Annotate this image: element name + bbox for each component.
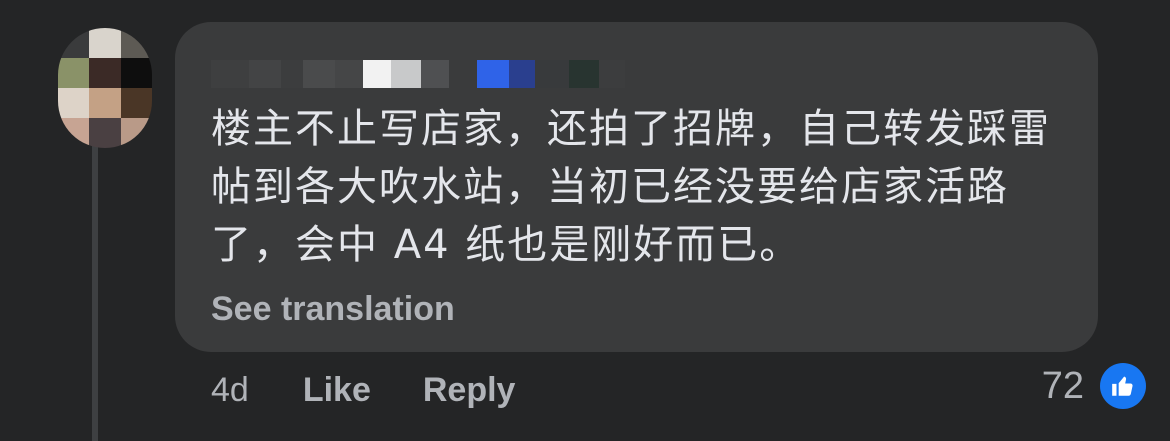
thumbs-up-icon xyxy=(1100,363,1146,409)
reaction-summary[interactable]: 72 xyxy=(1042,362,1146,410)
like-button[interactable]: Like xyxy=(303,371,371,410)
thread-line xyxy=(92,140,98,441)
comment-bubble: 楼主不止写店家，还拍了招牌，自己转发踩雷帖到各大吹水站，当初已经没要给店家活路了… xyxy=(175,22,1098,352)
see-translation-link[interactable]: See translation xyxy=(211,290,455,329)
comment-actions: 4d Like Reply xyxy=(211,366,515,414)
comment-timestamp[interactable]: 4d xyxy=(211,371,249,410)
author-name-redacted[interactable] xyxy=(211,60,625,88)
reply-button[interactable]: Reply xyxy=(423,371,516,410)
reaction-count: 72 xyxy=(1041,364,1084,407)
avatar[interactable] xyxy=(58,28,152,148)
comment-text: 楼主不止写店家，还拍了招牌，自己转发踩雷帖到各大吹水站，当初已经没要给店家活路了… xyxy=(211,106,1051,268)
comment-container: 楼主不止写店家，还拍了招牌，自己转发踩雷帖到各大吹水站，当初已经没要给店家活路了… xyxy=(0,0,1170,441)
